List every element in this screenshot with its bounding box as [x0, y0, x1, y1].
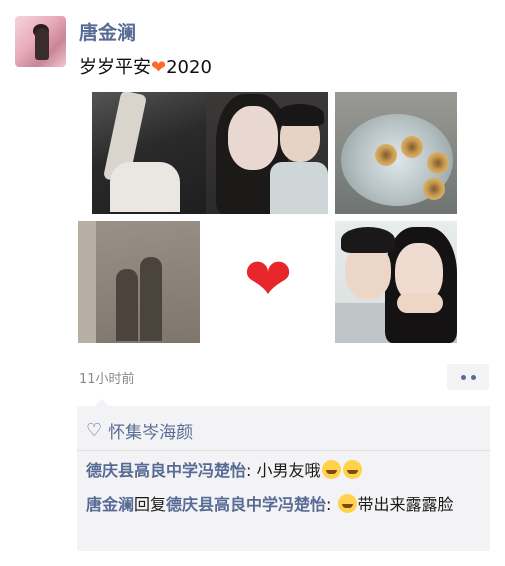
comment[interactable]: 德庆县高良中学冯楚怡: 小男友哦 — [86, 458, 363, 484]
more-options-button[interactable] — [447, 364, 489, 390]
photo-2[interactable] — [206, 92, 328, 214]
reply-to-user[interactable]: 德庆县高良中学冯楚怡 — [166, 495, 326, 514]
orange-heart-emoji: ❤ — [151, 57, 167, 78]
author-name[interactable]: 唐金澜 — [79, 18, 136, 45]
more-dot-icon — [460, 374, 466, 380]
heart-outline-icon: ♡ — [86, 419, 103, 441]
divider — [77, 450, 490, 451]
photo-6[interactable] — [335, 221, 457, 343]
likes-row: ♡ 怀集岑海颜 — [86, 418, 193, 443]
comment-text: 小男友哦 — [256, 461, 321, 480]
comments-panel: ♡ 怀集岑海颜 德庆县高良中学冯楚怡: 小男友哦 唐金澜回复德庆县高良中学冯楚怡… — [77, 399, 490, 551]
grinning-emoji-icon — [321, 460, 341, 479]
grinning-emoji-icon — [342, 460, 362, 479]
post-time: 11小时前 — [79, 372, 135, 387]
author-avatar[interactable] — [15, 16, 66, 67]
more-dot-icon — [470, 374, 476, 380]
post-text: 岁岁平安❤2020 — [79, 53, 212, 79]
post-text-prefix: 岁岁平安 — [79, 57, 151, 78]
comment-reply[interactable]: 唐金澜回复德庆县高良中学冯楚怡: 带出来露露脸 — [86, 492, 481, 518]
comment-sep: : — [246, 461, 257, 480]
red-heart-icon: ❤ — [243, 245, 293, 313]
laughing-tears-emoji-icon — [337, 494, 357, 513]
photo-5-heart[interactable]: ❤ — [206, 221, 328, 343]
reply-word: 回复 — [134, 495, 167, 514]
comment-user[interactable]: 德庆县高良中学冯楚怡 — [86, 461, 246, 480]
photo-4[interactable] — [78, 221, 200, 343]
comment-sep: : — [326, 495, 337, 514]
comment-user[interactable]: 唐金澜 — [86, 495, 134, 514]
comment-text: 带出来露露脸 — [357, 495, 454, 514]
like-names[interactable]: 怀集岑海颜 — [108, 418, 193, 443]
post-text-year: 2020 — [166, 57, 212, 78]
photo-1[interactable] — [92, 92, 214, 214]
photo-3[interactable] — [335, 92, 457, 214]
